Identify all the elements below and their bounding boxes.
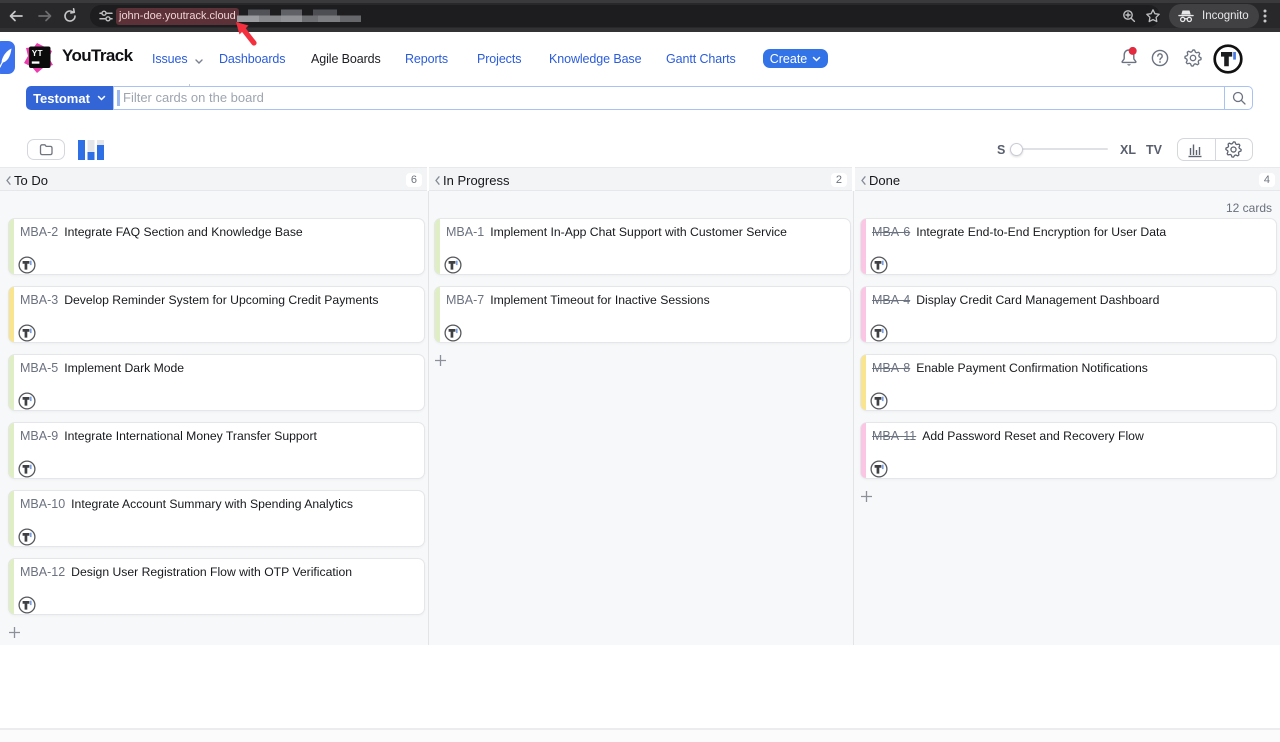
svg-text:YT: YT	[32, 48, 43, 58]
